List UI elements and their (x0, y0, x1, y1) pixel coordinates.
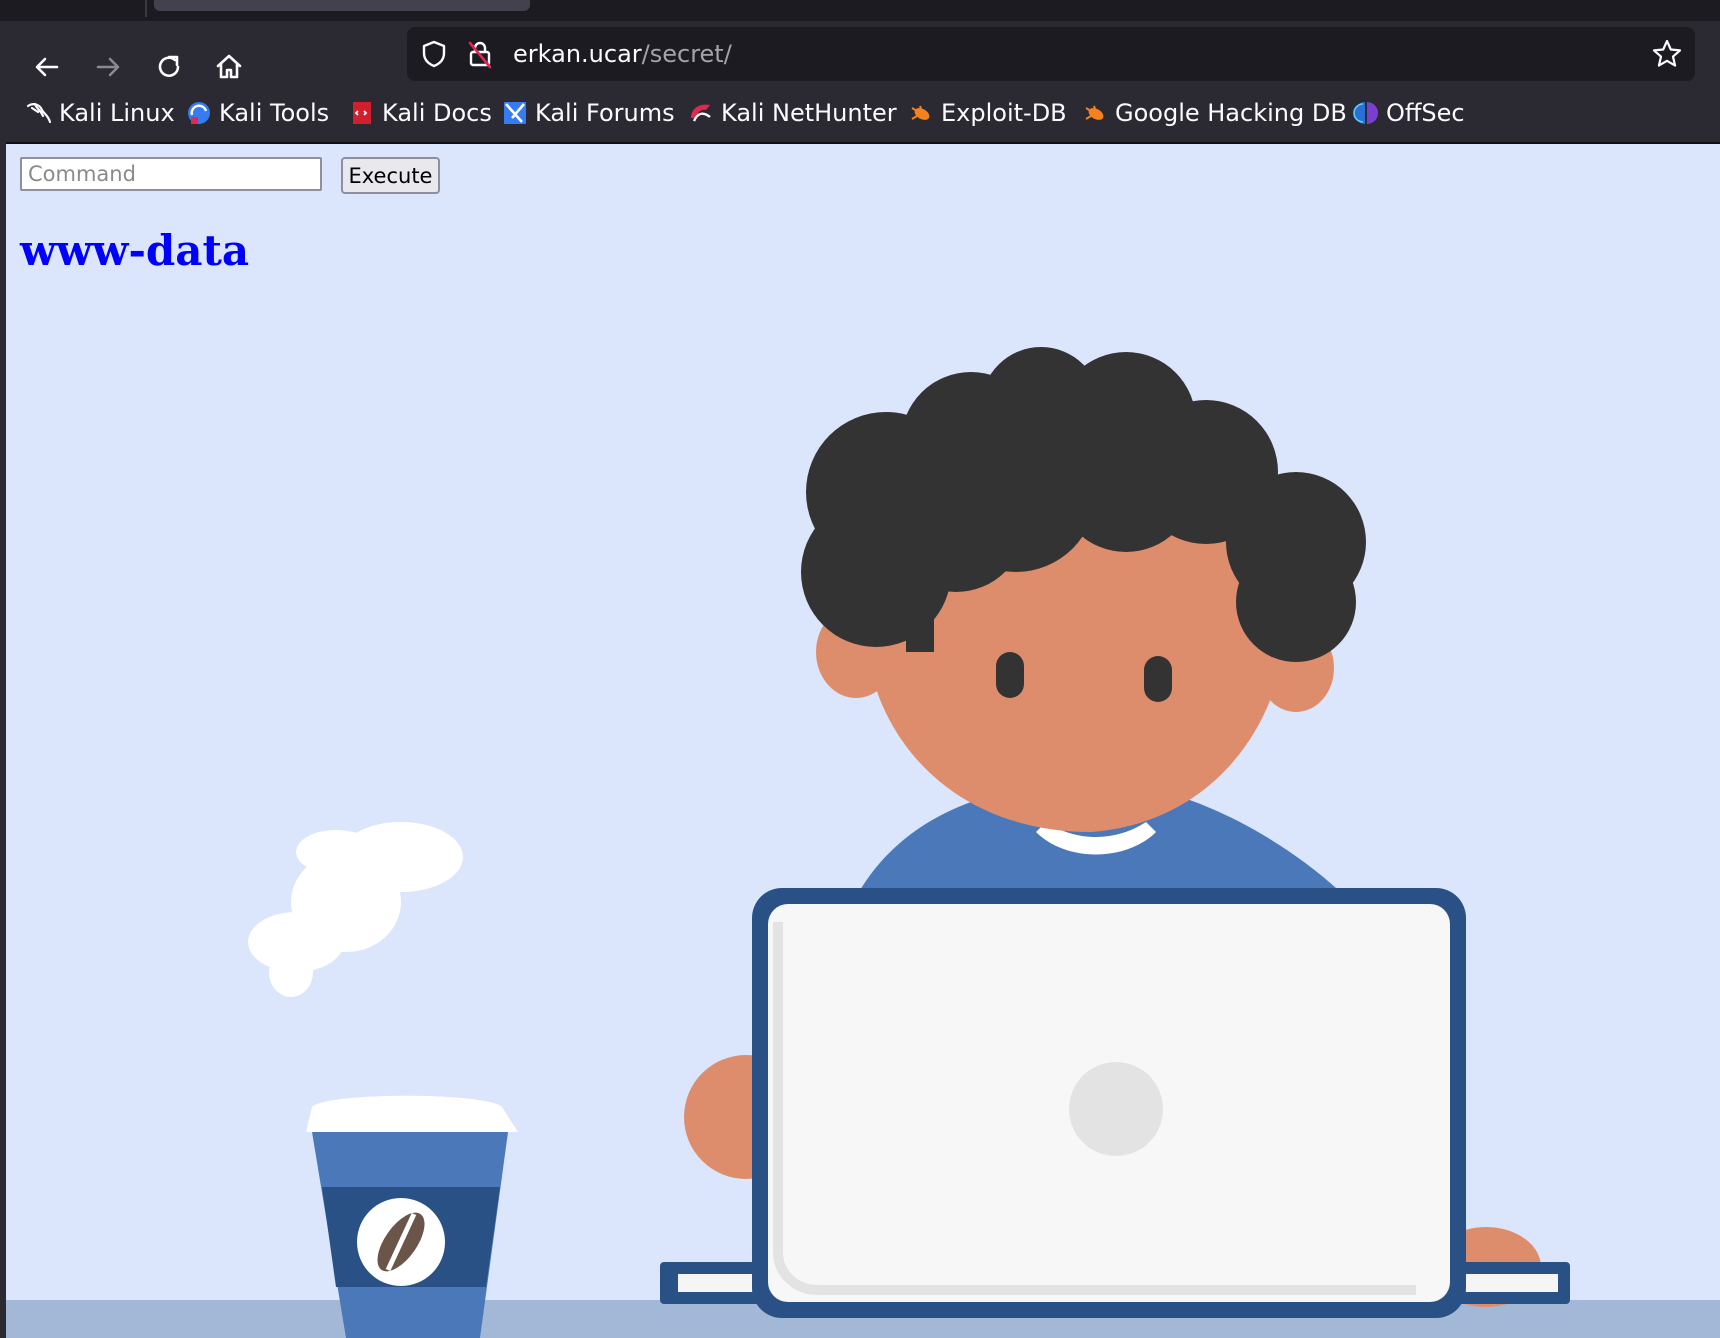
command-output: www-data (20, 226, 250, 275)
kali-nethunter-icon (691, 104, 711, 122)
shield-icon[interactable] (419, 39, 449, 69)
arrow-left-icon (35, 57, 59, 77)
kali-forums-icon (504, 102, 526, 124)
bookmark-kali-docs[interactable]: Kali Docs (349, 97, 492, 129)
right-eye (1144, 656, 1172, 702)
bookmarks-toolbar: Kali Linux Kali Tools Kali Docs Kali For… (0, 87, 1720, 144)
reload-button[interactable] (149, 47, 189, 87)
reload-icon (158, 55, 180, 77)
home-button[interactable] (209, 47, 249, 87)
bookmark-kali-tools[interactable]: Kali Tools (186, 97, 329, 129)
kali-dragon-icon (26, 102, 52, 124)
person-with-laptop-illustration (6, 347, 1720, 1338)
laptop-logo (1069, 1062, 1163, 1156)
tab-bar (0, 0, 1720, 21)
url-host: erkan.ucar (513, 40, 642, 68)
bookmark-star-icon[interactable] (1651, 38, 1683, 70)
left-eye (996, 652, 1024, 698)
kali-docs-icon (353, 102, 371, 124)
url-path: /secret/ (641, 40, 732, 68)
url-text[interactable]: erkan.ucar/secret/ (513, 39, 732, 69)
back-button[interactable] (27, 47, 67, 87)
page-content: Execute www-data (6, 142, 1720, 1338)
execute-button[interactable]: Execute (341, 157, 440, 194)
bookmark-exploit-db[interactable]: Exploit-DB (908, 97, 1067, 129)
bookmark-offsec[interactable]: OffSec (1353, 97, 1465, 129)
bookmark-kali-nethunter[interactable]: Kali NetHunter (688, 97, 897, 129)
bookmark-kali-linux[interactable]: Kali Linux (26, 97, 175, 129)
home-icon (216, 54, 242, 79)
tab-separator (145, 0, 147, 17)
bookmark-google-hacking-db[interactable]: Google Hacking DB (1082, 97, 1347, 129)
exploit-db-icon (1085, 105, 1104, 120)
forward-button[interactable] (88, 47, 128, 87)
coffee-steam (248, 822, 463, 997)
command-input[interactable] (20, 157, 322, 191)
url-bar[interactable]: erkan.ucar/secret/ (407, 27, 1695, 81)
arrow-right-icon (96, 57, 120, 77)
exploit-db-icon (911, 105, 930, 120)
offsec-icon (1353, 102, 1378, 124)
insecure-lock-icon[interactable] (465, 39, 495, 69)
bookmark-kali-forums[interactable]: Kali Forums (502, 97, 675, 129)
kali-tools-icon (188, 102, 210, 124)
active-tab[interactable] (154, 0, 530, 11)
